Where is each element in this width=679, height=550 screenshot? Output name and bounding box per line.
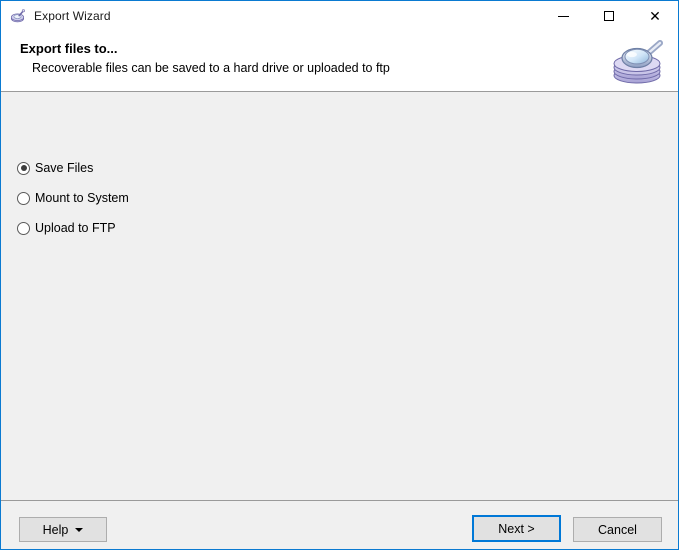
wizard-footer: Help Next > Cancel bbox=[1, 502, 678, 549]
page-subtitle: Recoverable files can be saved to a hard… bbox=[32, 61, 390, 75]
magnifier-over-disc-platters-icon bbox=[611, 35, 667, 87]
close-icon: ✕ bbox=[649, 8, 661, 24]
radio-option-upload-to-ftp[interactable]: Upload to FTP bbox=[17, 219, 129, 237]
minimize-icon bbox=[557, 15, 569, 17]
radio-indicator bbox=[17, 191, 30, 205]
maximize-button[interactable] bbox=[586, 1, 632, 31]
radio-label: Mount to System bbox=[35, 191, 129, 205]
close-button[interactable]: ✕ bbox=[632, 1, 678, 31]
radio-indicator bbox=[17, 161, 30, 175]
radio-label: Save Files bbox=[35, 161, 94, 175]
window-title: Export Wizard bbox=[34, 9, 111, 23]
minimize-button[interactable] bbox=[540, 1, 586, 31]
wizard-content: Save Files Mount to System Upload to FTP bbox=[1, 93, 678, 501]
chevron-down-icon bbox=[75, 527, 84, 532]
radio-option-mount-to-system[interactable]: Mount to System bbox=[17, 189, 129, 207]
cancel-button[interactable]: Cancel bbox=[573, 517, 662, 542]
export-wizard-window: Export Wizard ✕ Export files to... Recov… bbox=[0, 0, 679, 550]
title-bar[interactable]: Export Wizard ✕ bbox=[1, 1, 678, 31]
radio-option-save-files[interactable]: Save Files bbox=[17, 159, 129, 177]
maximize-icon bbox=[604, 11, 614, 21]
help-button[interactable]: Help bbox=[19, 517, 107, 542]
help-button-inner: Help bbox=[43, 523, 84, 537]
radio-indicator bbox=[17, 221, 30, 235]
disc-platter-icon bbox=[10, 8, 26, 24]
radio-label: Upload to FTP bbox=[35, 221, 116, 235]
wizard-header: Export files to... Recoverable files can… bbox=[1, 31, 678, 92]
next-button[interactable]: Next > bbox=[472, 515, 561, 542]
page-title: Export files to... bbox=[20, 41, 118, 56]
window-controls: ✕ bbox=[540, 1, 678, 31]
export-destination-radio-group: Save Files Mount to System Upload to FTP bbox=[17, 159, 129, 249]
help-button-label: Help bbox=[42, 522, 69, 537]
